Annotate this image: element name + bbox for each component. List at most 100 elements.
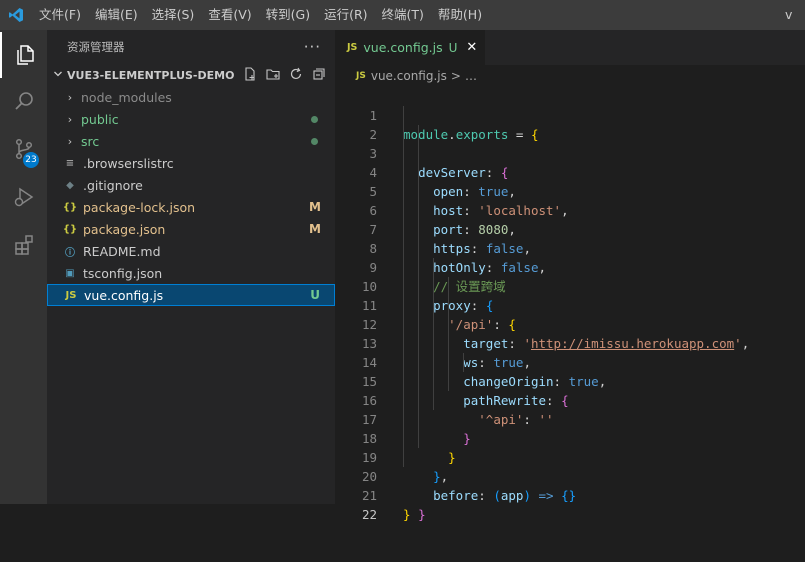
explorer-title: 资源管理器 [67,40,125,54]
code-line: 2 devServer: { [335,106,805,180]
git-status-badge: M [309,222,321,236]
tree-item-label: package.json [83,221,166,237]
javascript-file-icon: JS [356,71,366,81]
code-line: 8 // 设置跨域 [335,220,805,294]
code-line: 20 } [335,448,805,522]
close-icon[interactable]: ✕ [466,40,477,55]
breadcrumb: JS vue.config.js > … [335,65,805,87]
chevron-right-icon: › [67,134,73,148]
code-text: } [403,507,411,522]
json-file-icon: {} [62,201,78,213]
refresh-icon[interactable] [288,66,304,82]
more-actions-button[interactable]: ··· [304,38,321,56]
code-line: 10 '/api': { [335,258,805,332]
tree-item-label: src [81,133,100,149]
chevron-right-icon: › [67,112,73,126]
menu-help[interactable]: 帮助(H) [431,0,489,30]
folder-actions [242,66,327,82]
git-status-badge: U [310,288,320,302]
chevron-down-icon [49,69,67,82]
code-line: 3 open: true, [335,125,805,199]
search-activity-button[interactable] [0,78,47,124]
tree-item-node-modules[interactable]: › node_modules [47,86,335,108]
activity-bar: 23 [0,30,47,504]
tree-item-tsconfig[interactable]: ▣ tsconfig.json [47,262,335,284]
workspace-folder-name: VUE3-ELEMENTPLUS-DEMO [67,68,235,82]
code-line: 14 pathRewrite: { [335,334,805,408]
code-line: 11 target: 'http://imissu.herokuapp.com'… [335,277,805,351]
code-line: 13 changeOrigin: true, [335,315,805,389]
collapse-all-icon[interactable] [311,66,327,82]
tree-item-label: public [81,111,119,127]
explorer-activity-button[interactable] [0,32,47,78]
extensions-icon [14,235,33,255]
tree-item-label: .gitignore [83,177,143,193]
tree-item-package-lock-json[interactable]: {} package-lock.json M [47,196,335,218]
explorer-header: 资源管理器 ··· [47,30,335,64]
javascript-file-icon: JS [347,42,358,53]
code-line: 19 before: (app) => {} [335,429,805,503]
javascript-file-icon: JS [65,289,77,301]
title-bar: 文件(F) 编辑(E) 选择(S) 查看(V) 转到(G) 运行(R) 终端(T… [0,0,805,30]
code-line: 18 }, [335,410,805,484]
code-editor[interactable]: 1 module.exports = { 2 devServer: { 3 op… [335,87,805,522]
menu-go[interactable]: 转到(G) [259,0,317,30]
breadcrumb-separator: > [450,69,461,83]
code-line: 9 proxy: { [335,239,805,313]
workspace-folder-header[interactable]: VUE3-ELEMENTPLUS-DEMO [47,64,335,86]
code-line: 1 module.exports = { [335,87,805,142]
git-file-icon: ◆ [66,179,74,191]
breadcrumb-symbol[interactable]: … [465,69,477,83]
code-line: 15 '^api': '' [335,353,805,427]
line-number: 22 [361,507,377,522]
run-debug-icon [14,187,33,207]
chevron-right-icon: › [67,90,73,104]
tree-item-label: tsconfig.json [83,265,163,281]
breadcrumb-file[interactable]: vue.config.js [371,69,447,83]
code-line: 21 } [335,467,805,522]
source-control-badge: 23 [23,152,39,168]
window-title: v [785,7,793,22]
info-icon: ⓘ [65,247,75,259]
tree-item-label: package-lock.json [83,199,196,215]
text-file-icon: ≡ [65,157,75,169]
tree-item-browserslistrc[interactable]: ≡ .browserslistrc [47,152,335,174]
code-line: 22 [335,486,805,522]
tab-status-badge: U [448,40,458,55]
git-status-badge: M [309,200,321,214]
tree-item-label: node_modules [81,89,172,105]
new-file-icon[interactable] [242,66,258,82]
tree-item-package-json[interactable]: {} package.json M [47,218,335,240]
new-folder-icon[interactable] [265,66,281,82]
tree-item-label: .browserslistrc [83,155,174,171]
modified-dot-icon [311,137,318,145]
run-debug-activity-button[interactable] [0,174,47,220]
code-line: 16 } [335,372,805,446]
menu-file[interactable]: 文件(F) [32,0,88,30]
code-line: 17 } [335,391,805,465]
search-icon [14,92,33,110]
typescript-file-icon: ▣ [65,267,75,279]
tab-label: vue.config.js [363,40,443,55]
tab-vue-config-js[interactable]: JS vue.config.js U ✕ [335,30,486,65]
tree-item-gitignore[interactable]: ◆ .gitignore [47,174,335,196]
tree-item-public[interactable]: › public [47,108,335,130]
explorer-sidebar: 资源管理器 ··· VUE3-ELEMENTPLUS-DEMO › node_m… [47,30,335,504]
extensions-activity-button[interactable] [0,222,47,268]
editor-tabs: JS vue.config.js U ✕ [335,30,805,65]
json-file-icon: {} [62,223,78,235]
code-line: 7 hotOnly: false, [335,201,805,275]
tree-item-label: README.md [83,243,161,259]
source-control-activity-button[interactable]: 23 [0,126,47,172]
vscode-logo-icon [0,0,32,30]
menu-view[interactable]: 查看(V) [201,0,258,30]
tree-item-readme[interactable]: ⓘ README.md [47,240,335,262]
menu-terminal[interactable]: 终端(T) [375,0,431,30]
menu-selection[interactable]: 选择(S) [145,0,202,30]
menu-edit[interactable]: 编辑(E) [88,0,145,30]
editor-area: JS vue.config.js U ✕ JS vue.config.js > … [335,30,805,522]
tree-item-src[interactable]: › src [47,130,335,152]
code-line: 5 port: 8080, [335,163,805,237]
menu-run[interactable]: 运行(R) [317,0,374,30]
tree-item-vue-config-js[interactable]: JS vue.config.js U [47,284,335,306]
